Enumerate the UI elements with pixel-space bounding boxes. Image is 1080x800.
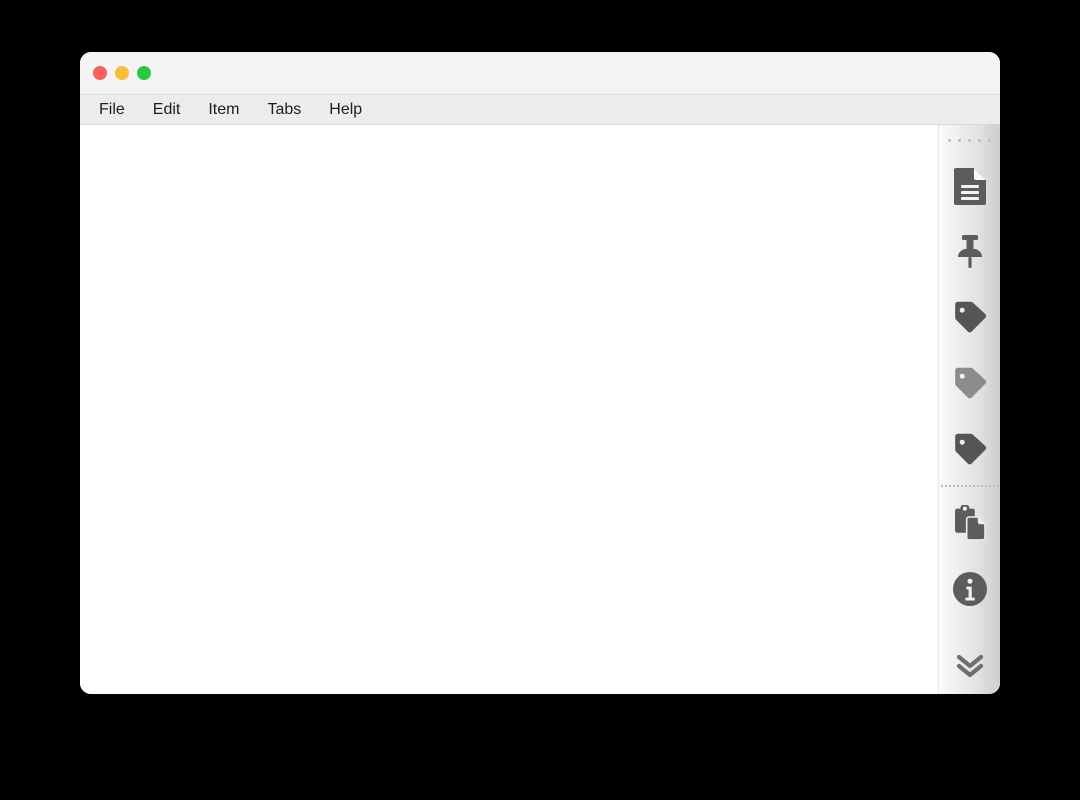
drag-dot [978, 138, 981, 142]
drag-dot [988, 138, 991, 142]
sidebar-divider [940, 485, 999, 487]
menu-bar: File Edit Item Tabs Help [80, 95, 1000, 125]
sidebar-item-info[interactable] [939, 556, 1001, 622]
right-sidebar [938, 125, 1000, 694]
info-circle-icon [952, 571, 988, 607]
drag-dot [948, 138, 951, 142]
sidebar-item-document[interactable] [939, 153, 1001, 219]
drag-dot [968, 138, 971, 142]
sidebar-item-tag-1[interactable] [939, 285, 1001, 351]
menu-item-file[interactable]: File [99, 101, 125, 118]
minimize-button[interactable] [115, 66, 129, 80]
sidebar-item-tag-2[interactable] [939, 351, 1001, 417]
sidebar-item-copy[interactable] [939, 490, 1001, 556]
sidebar-item-tag-3[interactable] [939, 417, 1001, 483]
drag-dots-icon[interactable] [948, 134, 991, 146]
menu-item-edit[interactable]: Edit [153, 101, 181, 118]
menu-item-help[interactable]: Help [329, 101, 362, 118]
application-window: File Edit Item Tabs Help [80, 52, 1000, 694]
chevron-double-down-icon [955, 652, 985, 680]
pin-icon [953, 233, 987, 271]
drag-dot [958, 138, 961, 142]
menu-item-item[interactable]: Item [208, 101, 239, 118]
zoom-button[interactable] [137, 66, 151, 80]
window-body [80, 125, 1000, 694]
screen: File Edit Item Tabs Help [0, 0, 1080, 800]
main-content-area[interactable] [80, 125, 938, 694]
clipboard-copy-icon [951, 504, 989, 542]
menu-item-tabs[interactable]: Tabs [267, 101, 301, 118]
tag-icon [952, 300, 988, 336]
sidebar-item-pin[interactable] [939, 219, 1001, 285]
close-button[interactable] [93, 66, 107, 80]
title-bar [80, 52, 1000, 95]
tag-icon [952, 432, 988, 468]
traffic-light-group [93, 66, 151, 80]
sidebar-item-more[interactable] [939, 642, 1001, 690]
document-icon [953, 167, 987, 205]
tag-icon [952, 366, 988, 402]
